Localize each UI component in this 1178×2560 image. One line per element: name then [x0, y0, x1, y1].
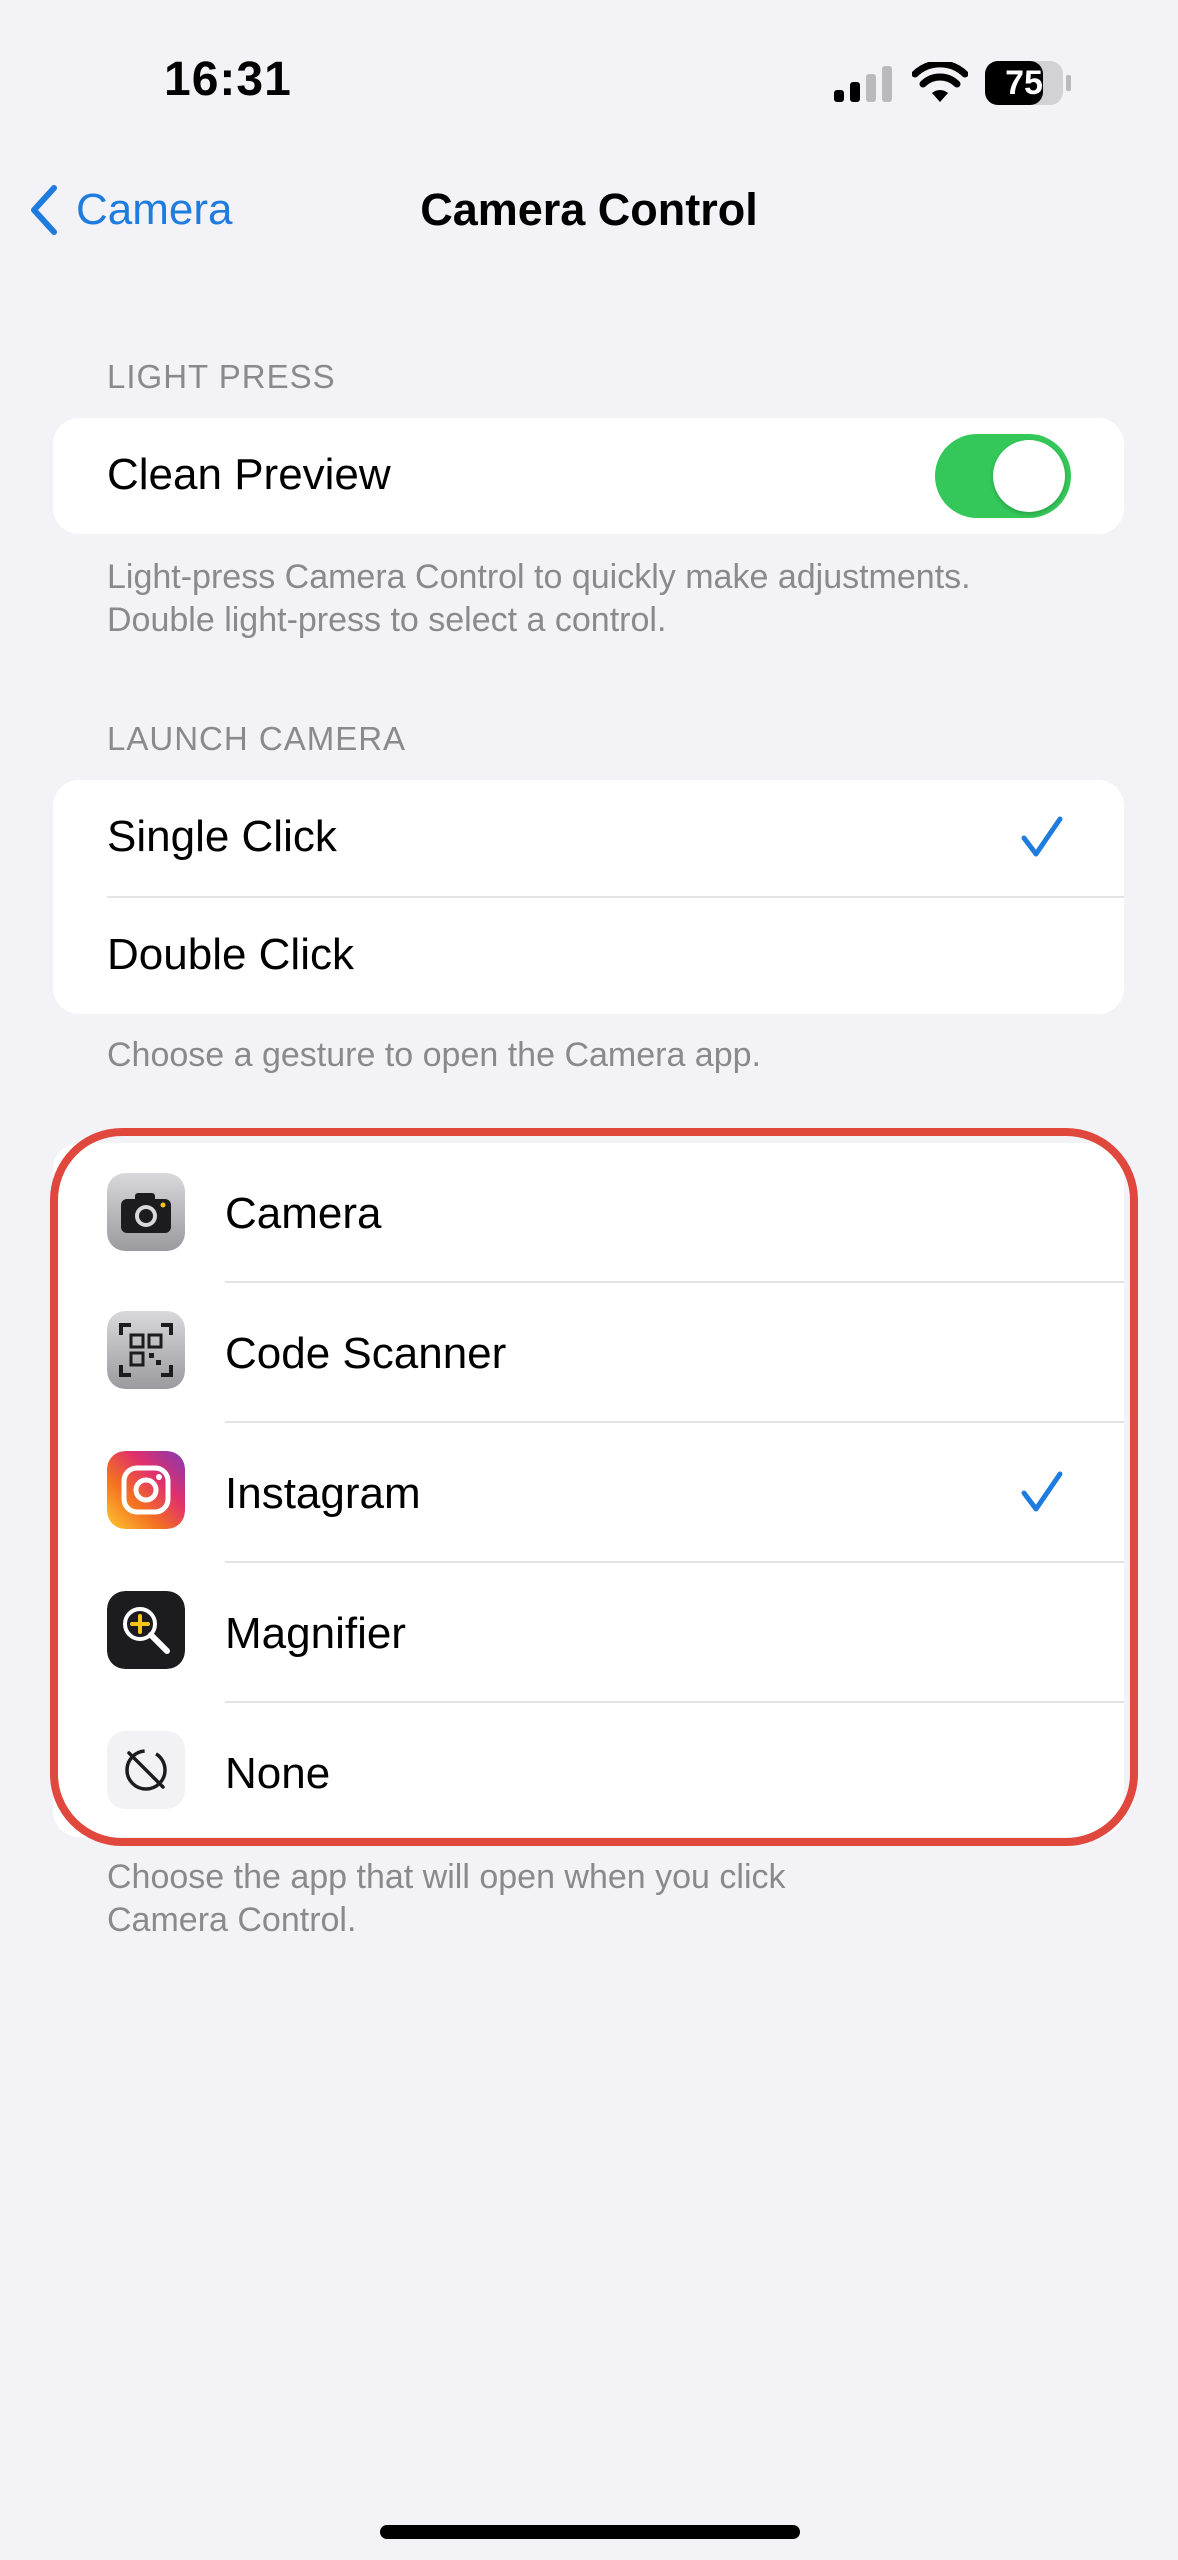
- light-press-footer-line1: Light-press Camera Control to quickly ma…: [107, 558, 971, 596]
- battery-icon: 75: [984, 60, 1072, 106]
- checkmark-icon: [1021, 816, 1063, 857]
- light-press-footer-line2: Double light-press to select a control.: [107, 601, 667, 639]
- wifi-icon: [912, 62, 968, 102]
- app-select-footer-line1: Choose the app that will open when you c…: [107, 1858, 786, 1896]
- launch-camera-header: LAUNCH CAMERA: [107, 720, 407, 757]
- app-select-footer-line2: Camera Control.: [107, 1901, 357, 1939]
- cellular-signal-icon: [834, 66, 892, 102]
- option-double-click[interactable]: Double Click: [53, 898, 1124, 1014]
- status-time: 16:31: [164, 53, 292, 106]
- clean-preview-toggle[interactable]: [935, 434, 1071, 518]
- clean-preview-label: Clean Preview: [107, 450, 391, 499]
- option-label: Single Click: [107, 812, 337, 861]
- highlight-outline: [50, 1128, 1138, 1846]
- option-label: Double Click: [107, 930, 354, 979]
- launch-camera-card: Single Click Double Click: [53, 780, 1124, 1014]
- light-press-footer: Light-press Camera Control to quickly ma…: [107, 556, 971, 642]
- page-title: Camera Control: [420, 184, 758, 235]
- home-indicator[interactable]: [380, 2525, 800, 2539]
- app-select-footer: Choose the app that will open when you c…: [107, 1856, 786, 1942]
- option-single-click[interactable]: Single Click: [53, 780, 1124, 896]
- light-press-card: Clean Preview: [53, 418, 1124, 534]
- toggle-knob: [993, 440, 1065, 512]
- battery-level: 75: [1005, 64, 1043, 102]
- light-press-header: LIGHT PRESS: [107, 358, 336, 395]
- launch-camera-footer: Choose a gesture to open the Camera app.: [107, 1036, 761, 1074]
